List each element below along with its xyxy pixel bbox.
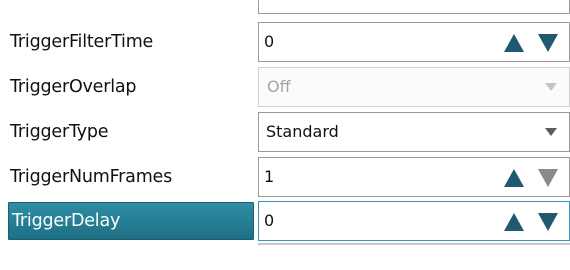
property-row-trigger-delay: TriggerDelay 0 xyxy=(0,199,570,243)
triangle-up-icon[interactable] xyxy=(503,33,525,53)
chevron-down-icon[interactable] xyxy=(545,128,557,136)
selected-property-label[interactable]: TriggerDelay xyxy=(8,202,254,240)
field-value: 1 xyxy=(264,167,275,186)
trigger-num-frames-input[interactable]: 1 xyxy=(258,157,570,197)
triangle-up-icon[interactable] xyxy=(503,168,525,188)
property-label: TriggerOverlap xyxy=(10,77,137,97)
trigger-delay-input[interactable]: 0 xyxy=(258,201,570,241)
triangle-up-icon[interactable] xyxy=(503,212,525,232)
trigger-type-dropdown[interactable]: Standard xyxy=(258,112,570,152)
property-row-trigger-num-frames: TriggerNumFrames 1 xyxy=(0,155,570,199)
field-underline xyxy=(258,243,570,245)
chevron-down-icon xyxy=(545,83,557,91)
property-row-trigger-filter-time: TriggerFilterTime 0 xyxy=(0,20,570,64)
trigger-overlap-dropdown: Off xyxy=(258,67,570,107)
field-value: Off xyxy=(267,77,291,96)
property-row-trigger-type: TriggerType Standard xyxy=(0,110,570,154)
field-value: 0 xyxy=(264,32,275,51)
field-value: Standard xyxy=(266,122,339,141)
triangle-down-icon[interactable] xyxy=(537,33,559,53)
triangle-down-icon xyxy=(537,168,559,188)
previous-row-field xyxy=(258,0,570,14)
property-label: TriggerNumFrames xyxy=(10,167,173,187)
triangle-down-icon[interactable] xyxy=(537,212,559,232)
trigger-filter-time-input[interactable]: 0 xyxy=(258,22,570,62)
property-label: TriggerType xyxy=(10,122,109,142)
property-label: TriggerDelay xyxy=(12,211,121,231)
property-row-trigger-overlap: TriggerOverlap Off xyxy=(0,65,570,109)
property-label: TriggerFilterTime xyxy=(10,32,154,52)
field-value: 0 xyxy=(264,211,275,230)
